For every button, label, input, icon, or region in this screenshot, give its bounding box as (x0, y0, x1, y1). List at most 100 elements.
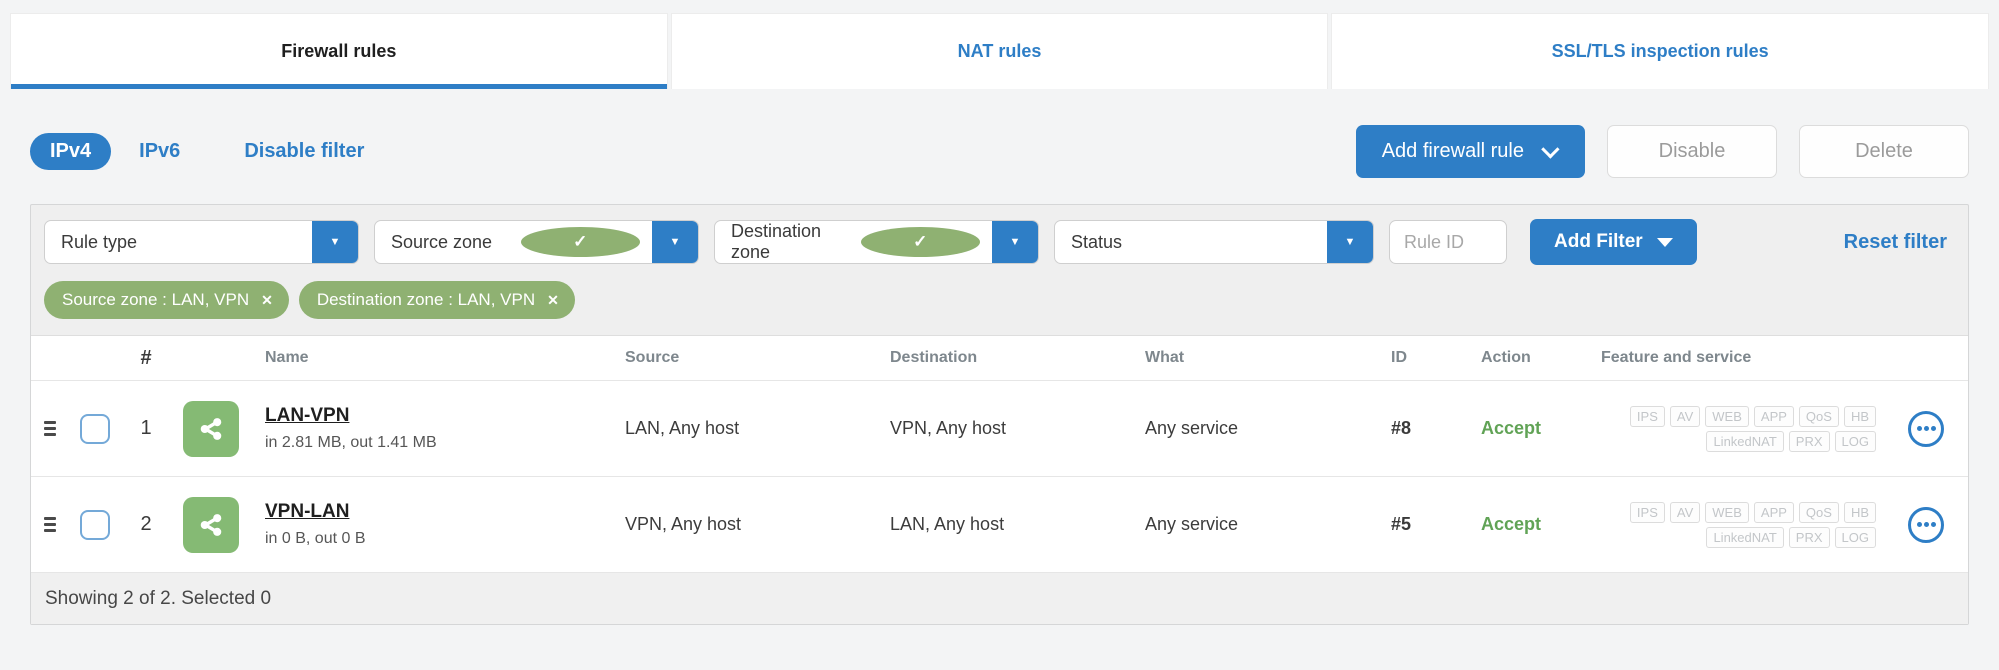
feature-badge: QoS (1798, 405, 1839, 427)
tab-ssl-tls-inspection-rules[interactable]: SSL/TLS inspection rules (1331, 13, 1990, 89)
firewall-rules-table: # Name Source Destination What ID Action… (31, 335, 1968, 624)
rule-destination: LAN, Any host (890, 514, 1005, 534)
drag-handle-icon[interactable] (44, 517, 56, 532)
rule-type-chevron-down-icon[interactable]: ▼ (312, 221, 358, 263)
rule-id: #5 (1391, 514, 1412, 534)
controls-row: IPv4 IPv6 Disable filter Add firewall ru… (30, 125, 1969, 178)
rule-id-input[interactable] (1389, 220, 1507, 264)
feature-badge-line: LinkedNAT PRX LOG (1706, 526, 1876, 548)
feature-badges: IPS AV WEB APP QoS HB LinkedNAT PRX LOG (1601, 501, 1876, 548)
rule-name-link[interactable]: LAN-VPN (265, 405, 611, 427)
header-action: Action (1481, 349, 1531, 366)
disable-filter-link[interactable]: Disable filter (244, 140, 364, 163)
ellipsis-menu-icon[interactable] (1908, 506, 1944, 543)
active-filter-chips: Source zone : LAN, VPN ✕ Destination zon… (31, 279, 1968, 335)
rule-number: 2 (140, 513, 152, 535)
feature-badge: LinkedNAT (1706, 430, 1784, 452)
share-icon[interactable] (183, 496, 239, 553)
feature-badge: LinkedNAT (1706, 526, 1784, 548)
rule-source: VPN, Any host (625, 514, 742, 534)
rule-type-label: Rule type (61, 231, 138, 252)
source-zone-chevron-down-icon[interactable]: ▼ (652, 221, 698, 263)
feature-badge: IPS (1629, 501, 1665, 523)
row-checkbox[interactable] (80, 413, 110, 444)
showing-summary: Showing 2 of 2. Selected 0 (45, 587, 272, 609)
rule-type-dropdown[interactable]: Rule type ▼ (44, 220, 359, 264)
tab-nat-rules[interactable]: NAT rules (670, 13, 1329, 89)
feature-badge: IPS (1629, 405, 1665, 427)
filter-applied-check-icon: ✓ (520, 227, 640, 257)
feature-badge: APP (1753, 405, 1794, 427)
rule-source: LAN, Any host (625, 418, 740, 438)
drag-handle-icon[interactable] (44, 421, 56, 436)
feature-badge: WEB (1705, 405, 1749, 427)
rule-name-link[interactable]: VPN-LAN (265, 501, 611, 523)
disable-button[interactable]: Disable (1607, 125, 1777, 178)
close-icon[interactable]: ✕ (261, 292, 273, 309)
table-header-row: # Name Source Destination What ID Action… (31, 336, 1968, 381)
rule-number: 1 (140, 417, 152, 439)
feature-badge: AV (1669, 501, 1701, 523)
filter-applied-check-icon: ✓ (860, 227, 980, 257)
filter-chip-label: Destination zone : LAN, VPN (316, 290, 536, 309)
feature-badge-line: LinkedNAT PRX LOG (1706, 430, 1876, 452)
status-chevron-down-icon[interactable]: ▼ (1327, 221, 1373, 263)
table-footer: Showing 2 of 2. Selected 0 (31, 573, 1968, 624)
header-id: ID (1391, 349, 1407, 366)
chevron-down-icon (1656, 237, 1673, 247)
rule-traffic: in 2.81 MB, out 1.41 MB (265, 434, 437, 451)
chevron-down-icon (1541, 140, 1560, 159)
feature-badge: LOG (1834, 526, 1876, 548)
feature-badge-line: IPS AV WEB APP QoS HB (1629, 405, 1876, 427)
tab-firewall-rules[interactable]: Firewall rules (10, 13, 668, 89)
add-filter-label: Add Filter (1554, 231, 1643, 252)
rule-action-status: Accept (1481, 418, 1542, 438)
action-buttons: Add firewall rule Disable Delete (1355, 125, 1969, 178)
ipv6-toggle[interactable]: IPv6 (139, 140, 180, 163)
table-row: 1 LAN-VPN in 2.81 MB, out 1.41 MB LAN, A… (31, 381, 1968, 477)
feature-badge: PRX (1788, 430, 1830, 452)
share-icon[interactable] (183, 400, 239, 457)
add-firewall-rule-label: Add firewall rule (1381, 140, 1524, 162)
feature-badge: AV (1669, 405, 1701, 427)
header-source: Source (625, 349, 680, 366)
header-feature-and-service: Feature and service (1601, 349, 1752, 366)
feature-badge: QoS (1798, 501, 1839, 523)
feature-badges: IPS AV WEB APP QoS HB LinkedNAT PRX LOG (1601, 405, 1876, 452)
destination-zone-label: Destination zone (731, 221, 822, 262)
status-label: Status (1071, 231, 1123, 252)
rule-traffic: in 0 B, out 0 B (265, 530, 366, 547)
feature-badge: PRX (1788, 526, 1830, 548)
row-checkbox[interactable] (80, 509, 110, 540)
source-zone-label: Source zone (391, 231, 493, 252)
feature-badge: WEB (1705, 501, 1749, 523)
feature-badge: APP (1753, 501, 1794, 523)
source-zone-dropdown[interactable]: Source zone ✓ ▼ (374, 220, 699, 264)
feature-badge: HB (1843, 501, 1876, 523)
add-filter-button[interactable]: Add Filter (1530, 219, 1697, 265)
header-what: What (1145, 349, 1185, 366)
filter-chip-destination-zone: Destination zone : LAN, VPN ✕ (298, 281, 575, 319)
feature-badge: LOG (1834, 430, 1876, 452)
rule-what: Any service (1145, 514, 1239, 534)
ipv4-toggle[interactable]: IPv4 (30, 133, 112, 170)
delete-button[interactable]: Delete (1799, 125, 1969, 178)
tab-bar: Firewall rules NAT rules SSL/TLS inspect… (10, 13, 1990, 89)
reset-filter-link[interactable]: Reset filter (1844, 231, 1955, 254)
rule-what: Any service (1145, 418, 1239, 438)
rule-destination: VPN, Any host (890, 418, 1007, 438)
feature-badge: HB (1843, 405, 1876, 427)
feature-badge-line: IPS AV WEB APP QoS HB (1629, 501, 1876, 523)
destination-zone-chevron-down-icon[interactable]: ▼ (992, 221, 1038, 263)
filter-chip-label: Source zone : LAN, VPN (62, 290, 250, 309)
table-row: 2 VPN-LAN in 0 B, out 0 B VPN, Any host (31, 477, 1968, 573)
firewall-rules-panel: Rule type ▼ Source zone ✓ ▼ Destination … (30, 204, 1969, 625)
header-name: Name (265, 349, 309, 366)
filter-row: Rule type ▼ Source zone ✓ ▼ Destination … (31, 205, 1968, 279)
add-firewall-rule-button[interactable]: Add firewall rule (1355, 125, 1585, 178)
close-icon[interactable]: ✕ (547, 292, 559, 309)
filter-chip-source-zone: Source zone : LAN, VPN ✕ (44, 281, 289, 319)
destination-zone-dropdown[interactable]: Destination zone ✓ ▼ (714, 220, 1039, 264)
status-dropdown[interactable]: Status ▼ (1054, 220, 1374, 264)
ellipsis-menu-icon[interactable] (1908, 410, 1944, 447)
